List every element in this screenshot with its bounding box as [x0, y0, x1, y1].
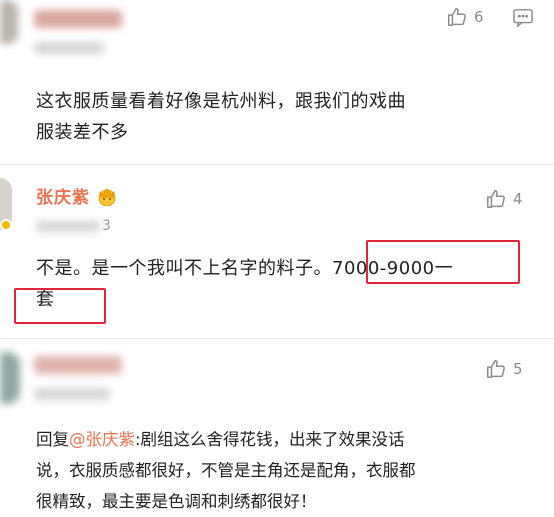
thumb-up-icon — [485, 358, 507, 380]
comment-text: 回复@张庆紫:剧组这么舍得花钱，出来了效果没话 说，衣服质感都很好，不管是主角还… — [36, 424, 548, 517]
divider — [0, 164, 554, 165]
like-button[interactable]: 6 — [446, 6, 484, 28]
avatar-badge-icon — [0, 219, 12, 231]
username[interactable]: 张庆紫 — [36, 183, 90, 208]
comment-text-line: 很精致，最主要是色调和刺绣都很好！ — [36, 492, 317, 511]
timestamp: 3 — [36, 218, 111, 234]
like-count: 5 — [513, 360, 523, 378]
timestamp-blurred — [34, 388, 110, 400]
username-blurred[interactable] — [34, 10, 122, 28]
comment-text-line: 这衣服质量看着好像是杭州料，跟我们的戏曲 — [36, 91, 406, 112]
timestamp-fragment: 3 — [102, 218, 111, 234]
divider — [0, 338, 554, 339]
comment-text-line: 回复@张庆紫:剧组这么舍得花钱，出来了效果没话 — [36, 424, 548, 455]
timestamp-blurred — [36, 220, 100, 232]
avatar[interactable] — [0, 0, 18, 44]
highlight-box — [366, 240, 520, 284]
like-count: 6 — [474, 8, 484, 26]
thumb-up-icon — [446, 6, 468, 28]
comment-text-part: 不是。是一个我叫不上名字的料子。 — [36, 258, 332, 279]
thumb-up-icon — [485, 188, 507, 210]
comment-text-line: 服装差不多 — [36, 122, 129, 143]
like-count: 4 — [513, 190, 523, 208]
highlight-box — [14, 288, 106, 324]
comment-text-line: 套 — [36, 289, 55, 310]
like-button[interactable]: 5 — [485, 358, 523, 380]
comment-icon[interactable] — [512, 8, 534, 32]
timestamp-blurred — [34, 42, 104, 54]
comment-text-line: 说，衣服质感都很好，不管是主角还是配角，衣服都 — [36, 461, 416, 480]
like-button[interactable]: 4 — [485, 188, 523, 210]
username-blurred[interactable] — [34, 356, 122, 374]
avatar[interactable] — [0, 352, 20, 404]
comment-text-part: :剧组这么舍得花钱，出来了效果没话 — [135, 430, 405, 449]
crown-emoji-icon — [96, 186, 118, 206]
reply-prefix: 回复 — [36, 430, 69, 449]
comment-text: 这衣服质量看着好像是杭州料，跟我们的戏曲 服装差不多 — [36, 86, 546, 148]
mention-link[interactable]: @张庆紫 — [69, 430, 135, 449]
